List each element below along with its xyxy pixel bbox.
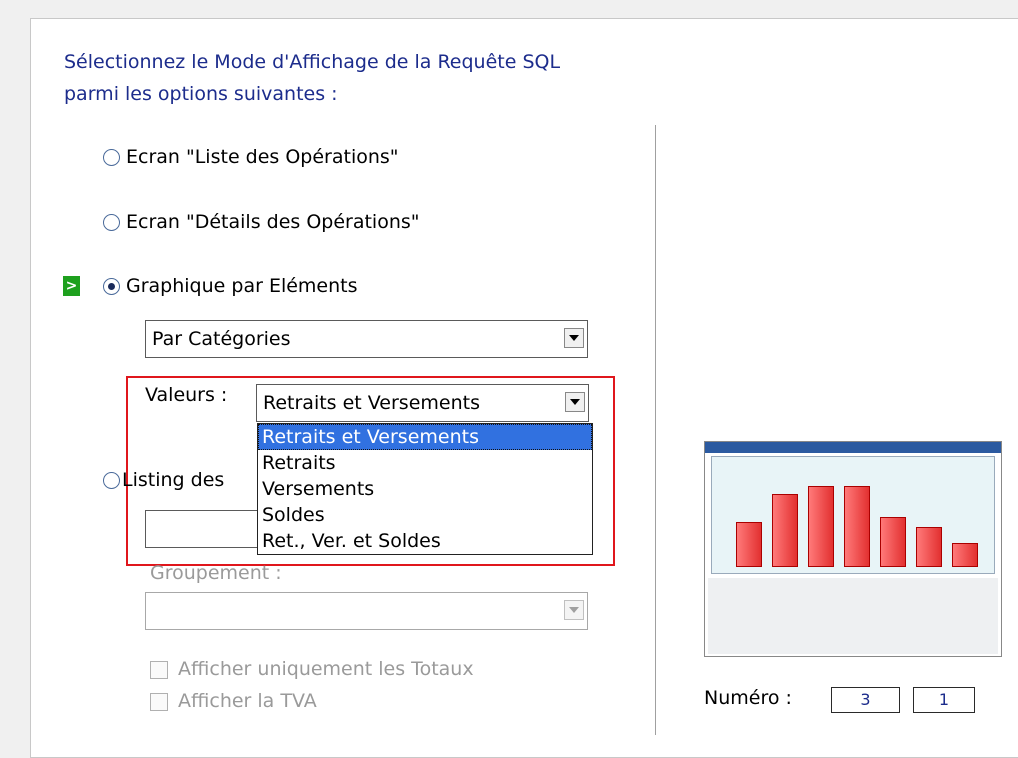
- list-item[interactable]: Ret., Ver. et Soldes: [258, 528, 592, 554]
- preview-bar: [880, 517, 906, 567]
- preview-title-bar: [705, 442, 1001, 453]
- checkbox-tva[interactable]: Afficher la TVA: [150, 690, 317, 712]
- chevron-down-icon: [570, 399, 580, 405]
- preview-controls-area: [708, 578, 998, 654]
- current-option-arrow-icon: >: [63, 276, 80, 296]
- preview-bar: [952, 543, 978, 567]
- radio-liste-operations[interactable]: [103, 148, 120, 166]
- option-liste-operations[interactable]: Ecran "Liste des Opérations": [103, 142, 399, 172]
- checkbox-totaux[interactable]: Afficher uniquement les Totaux: [150, 658, 474, 680]
- preview-bar: [736, 522, 762, 567]
- preview-bar: [808, 486, 834, 567]
- option-graphique-elements[interactable]: Graphique par Eléments: [103, 271, 358, 301]
- list-item[interactable]: Retraits et Versements: [258, 424, 592, 450]
- list-item[interactable]: Soldes: [258, 502, 592, 528]
- vertical-divider: [655, 125, 656, 735]
- checkbox-totaux-box[interactable]: [150, 660, 168, 679]
- groupement-label: Groupement :: [150, 562, 282, 584]
- category-dropdown-button[interactable]: [564, 328, 584, 348]
- preview-bar-chart: [711, 456, 995, 574]
- groupement-combo[interactable]: [145, 592, 588, 630]
- radio-graphique-elements[interactable]: [103, 277, 120, 295]
- list-item[interactable]: Retraits: [258, 450, 592, 476]
- list-item[interactable]: Versements: [258, 476, 592, 502]
- numero-field-2[interactable]: 1: [913, 687, 975, 713]
- radio-listing[interactable]: [103, 471, 120, 489]
- values-combo[interactable]: Retraits et Versements: [256, 384, 589, 422]
- numero-field-1[interactable]: 3: [831, 687, 900, 713]
- preview-bar: [772, 494, 798, 567]
- values-dropdown-list[interactable]: Retraits et Versements Retraits Versemen…: [257, 423, 593, 555]
- option-details-operations[interactable]: Ecran "Détails des Opérations": [103, 207, 420, 237]
- groupement-dropdown-button[interactable]: [564, 600, 584, 620]
- preview-bar: [844, 486, 870, 567]
- checkbox-tva-box[interactable]: [150, 692, 168, 711]
- radio-selected-dot: [108, 282, 115, 290]
- graph-preview-thumbnail: [704, 441, 1002, 657]
- page-title: Sélectionnez le Mode d'Affichage de la R…: [64, 51, 561, 105]
- numero-label: Numéro :: [704, 687, 792, 709]
- values-label: Valeurs :: [145, 384, 228, 406]
- radio-details-operations[interactable]: [103, 213, 120, 231]
- preview-bar: [916, 527, 942, 567]
- category-combo[interactable]: Par Catégories: [145, 320, 588, 358]
- values-dropdown-button[interactable]: [565, 392, 585, 412]
- chevron-down-icon: [569, 607, 579, 613]
- chevron-down-icon: [569, 335, 579, 341]
- option-listing[interactable]: Listing des: [103, 465, 224, 495]
